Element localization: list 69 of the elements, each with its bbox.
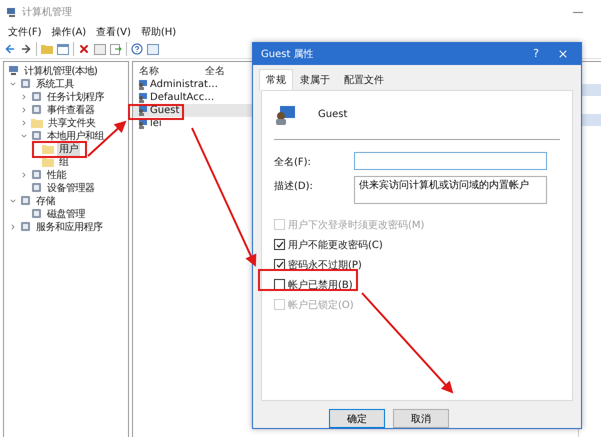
- tool-icon: [31, 91, 42, 102]
- highlight-frame: [32, 141, 87, 158]
- tool-icon: [31, 130, 42, 141]
- folder-icon: [42, 144, 54, 154]
- console-tree-icon[interactable]: [57, 43, 69, 55]
- column-header[interactable]: 名称: [139, 64, 205, 78]
- back-icon[interactable]: [4, 43, 16, 55]
- close-icon[interactable]: [557, 48, 569, 60]
- computer-management-icon: [6, 6, 17, 18]
- dialog-button[interactable]: 取消: [393, 409, 449, 428]
- forward-icon[interactable]: [20, 43, 32, 55]
- tool-icon: [31, 169, 42, 180]
- checkbox-label: 帐户已禁用(B): [288, 278, 353, 292]
- menu-item[interactable]: 查看(V): [96, 25, 131, 39]
- tool-icon: [20, 221, 31, 232]
- tool-icon: [20, 78, 31, 89]
- tool-icon: [20, 195, 31, 206]
- tree-item[interactable]: 性能: [45, 168, 68, 182]
- computer-icon: [8, 65, 19, 76]
- tool-icon: [31, 104, 42, 115]
- user-icon: [137, 105, 148, 116]
- checkbox-label: 密码永不过期(P): [288, 258, 362, 272]
- tab[interactable]: 配置文件: [337, 68, 391, 90]
- user-name: Guest: [318, 109, 348, 120]
- checkbox-label: 用户不能更改密码(C): [288, 238, 383, 252]
- export-icon[interactable]: [110, 43, 122, 55]
- user-list-item[interactable]: Guest: [150, 105, 180, 116]
- delete-icon[interactable]: [78, 43, 90, 55]
- field-label: 全名(F):: [274, 156, 312, 169]
- description-field[interactable]: 供来宾访问计算机或访问域的内置帐户: [354, 176, 547, 204]
- tab[interactable]: 常规: [259, 68, 293, 90]
- tool-icon: [31, 182, 42, 193]
- tree-item[interactable]: 计算机管理(本地): [22, 64, 100, 78]
- highlight-frame: [128, 104, 184, 120]
- properties-icon[interactable]: [94, 43, 106, 55]
- menu-item[interactable]: 文件(F): [8, 25, 42, 39]
- checkbox-label: 用户下次登录时须更改密码(M): [288, 218, 424, 232]
- tree-item[interactable]: 磁盘管理: [45, 206, 87, 220]
- tree-item[interactable]: 服务和应用程序: [34, 220, 104, 234]
- user-list-item[interactable]: Administrat…: [150, 79, 218, 90]
- dialog-title: Guest 属性: [261, 48, 315, 61]
- folder-icon: [31, 118, 43, 128]
- tree-item[interactable]: 本地用户和组: [45, 128, 106, 142]
- checkbox[interactable]: [274, 279, 285, 290]
- tree-item[interactable]: 任务计划程序: [45, 90, 106, 104]
- help-icon[interactable]: [131, 43, 143, 55]
- menu-item[interactable]: 帮助(H): [140, 25, 176, 39]
- tree-item[interactable]: 共享文件夹: [46, 116, 98, 130]
- tree-item[interactable]: 存储: [34, 194, 57, 208]
- checkbox[interactable]: [274, 259, 285, 270]
- tool-icon: [31, 208, 42, 219]
- tab[interactable]: 隶属于: [293, 68, 337, 90]
- user-list-item[interactable]: DefaultAcc…: [150, 92, 214, 103]
- tree-item[interactable]: 系统工具: [34, 76, 76, 90]
- checkbox[interactable]: [274, 239, 285, 250]
- user-icon: [137, 118, 148, 129]
- user-account-icon: [274, 104, 296, 126]
- tree-item[interactable]: 事件查看器: [45, 102, 96, 116]
- tree-item[interactable]: 设备管理器: [45, 180, 96, 194]
- window-title: 计算机管理: [22, 6, 72, 19]
- menu-item[interactable]: 操作(A): [52, 25, 86, 39]
- user-icon: [137, 92, 148, 103]
- checkbox-label: 帐户已锁定(O): [288, 298, 354, 312]
- view-icon[interactable]: [147, 43, 159, 55]
- field-label: 描述(D):: [274, 180, 314, 193]
- dialog-button[interactable]: 确定: [329, 409, 385, 428]
- help-button[interactable]: ?: [529, 47, 543, 60]
- full-name-field[interactable]: [354, 152, 547, 170]
- user-icon: [137, 79, 148, 90]
